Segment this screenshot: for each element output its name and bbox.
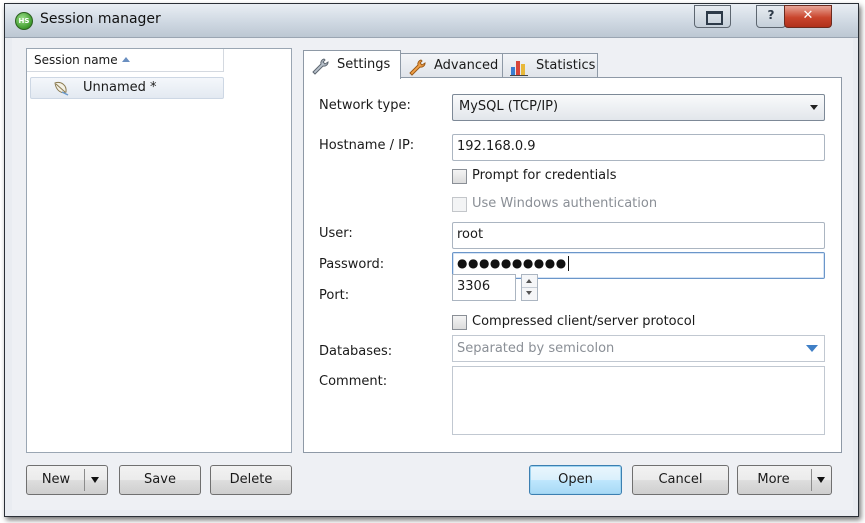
network-type-label: Network type:	[319, 98, 411, 113]
new-button[interactable]: New	[26, 465, 108, 495]
session-leaf-icon	[54, 82, 69, 96]
more-button[interactable]: More	[737, 465, 832, 495]
more-dropdown-icon[interactable]	[817, 477, 825, 483]
hostname-input[interactable]: 192.168.0.9	[452, 134, 825, 161]
settings-tab-page: Network type: MySQL (TCP/IP) Hostname / …	[303, 77, 842, 453]
restore-icon	[706, 11, 723, 25]
new-dropdown-icon[interactable]	[91, 477, 99, 483]
chevron-down-icon	[810, 105, 818, 110]
title-bar[interactable]: HS Session manager ? ✕	[5, 4, 858, 38]
prompt-credentials-label[interactable]: Prompt for credentials	[472, 168, 617, 183]
session-list[interactable]: Session name Unnamed *	[26, 48, 292, 453]
password-mask: ●●●●●●●●●●	[457, 256, 569, 271]
sort-ascending-icon	[122, 57, 130, 62]
window-title: Session manager	[40, 11, 161, 27]
session-name-header-label: Session name	[34, 53, 118, 67]
session-manager-window: HS Session manager ? ✕ Session name Unna…	[4, 3, 859, 517]
comment-label: Comment:	[319, 374, 388, 389]
save-button[interactable]: Save	[119, 465, 201, 495]
hostname-label: Hostname / IP:	[319, 138, 415, 153]
more-button-label: More	[757, 472, 790, 487]
databases-placeholder: Separated by semicolon	[457, 341, 615, 356]
arrow-up-icon	[526, 279, 532, 283]
user-value: root	[457, 227, 484, 242]
delete-button-label: Delete	[229, 472, 273, 487]
tab-statistics[interactable]: Statistics	[502, 53, 598, 78]
tab-advanced[interactable]: Advanced	[400, 53, 503, 78]
user-input[interactable]: root	[452, 222, 825, 249]
dialog-body: Session name Unnamed * Settings Advanced…	[12, 38, 853, 510]
user-label: User:	[319, 226, 353, 241]
port-spinner[interactable]	[521, 274, 538, 301]
dropdown-arrow-icon[interactable]	[806, 345, 818, 352]
app-icon: HS	[15, 12, 33, 30]
password-label: Password:	[319, 257, 385, 272]
port-value: 3306	[457, 279, 491, 294]
bar-chart-icon	[510, 61, 528, 76]
port-input[interactable]: 3306	[452, 274, 516, 301]
tab-advanced-label: Advanced	[434, 58, 499, 73]
network-type-select[interactable]: MySQL (TCP/IP)	[452, 94, 825, 121]
tab-statistics-label: Statistics	[536, 58, 596, 73]
network-type-value: MySQL (TCP/IP)	[459, 99, 559, 114]
help-button[interactable]: ?	[756, 5, 786, 28]
close-button[interactable]: ✕	[784, 5, 832, 28]
windows-auth-checkbox	[452, 197, 467, 212]
hostname-value: 192.168.0.9	[457, 139, 536, 154]
split-separator	[84, 469, 85, 491]
databases-combo[interactable]: Separated by semicolon	[452, 335, 825, 362]
save-button-label: Save	[144, 472, 176, 487]
delete-button[interactable]: Delete	[210, 465, 292, 495]
compressed-protocol-checkbox[interactable]	[452, 315, 467, 330]
wrench-icon	[312, 58, 329, 75]
tab-settings-label: Settings	[337, 57, 391, 72]
wrench-orange-icon	[409, 59, 426, 76]
session-item-unnamed[interactable]: Unnamed *	[30, 77, 224, 99]
databases-label: Databases:	[319, 344, 393, 359]
compressed-protocol-label[interactable]: Compressed client/server protocol	[472, 314, 695, 329]
close-icon: ✕	[802, 8, 814, 23]
session-item-label: Unnamed *	[83, 80, 157, 95]
port-label: Port:	[319, 288, 350, 303]
split-separator	[811, 469, 812, 491]
prompt-credentials-checkbox[interactable]	[452, 169, 467, 184]
tab-settings[interactable]: Settings	[303, 50, 401, 79]
cancel-button-label: Cancel	[658, 472, 703, 487]
open-button-label: Open	[558, 472, 593, 487]
comment-textarea[interactable]	[452, 366, 825, 435]
cancel-button[interactable]: Cancel	[632, 465, 729, 495]
arrow-down-icon	[526, 291, 532, 295]
new-button-label: New	[41, 472, 71, 487]
open-button[interactable]: Open	[529, 465, 622, 495]
session-name-column-header[interactable]: Session name	[27, 49, 224, 72]
help-icon: ?	[767, 8, 775, 22]
restore-button[interactable]	[694, 5, 731, 28]
windows-auth-label: Use Windows authentication	[472, 196, 658, 211]
port-decrement-button[interactable]	[522, 287, 537, 299]
